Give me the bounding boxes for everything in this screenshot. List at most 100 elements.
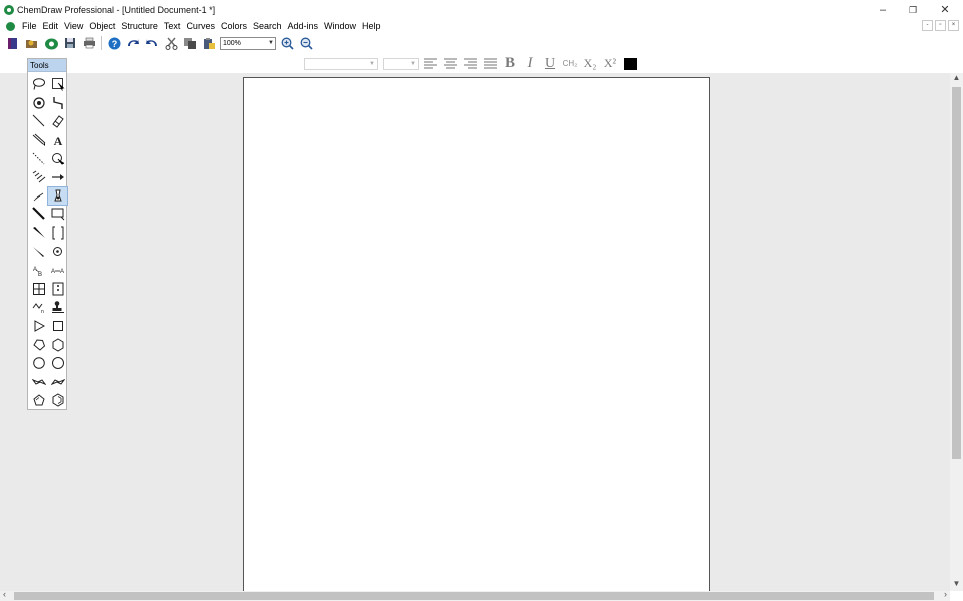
restore-button[interactable]: ❐	[898, 2, 928, 18]
arrow-tool[interactable]	[48, 168, 67, 187]
orbital-tool[interactable]	[48, 242, 67, 261]
new-document-button[interactable]	[5, 35, 21, 51]
close-button[interactable]: ✕	[930, 2, 960, 18]
chair-cyclohexane-tool-1[interactable]	[29, 373, 48, 392]
menu-search[interactable]: Search	[250, 19, 285, 33]
doc-close-button[interactable]: ×	[948, 20, 959, 31]
superscript-button[interactable]: X²	[601, 56, 619, 72]
acyclic-chain-tool[interactable]: n	[29, 298, 48, 317]
help-question-icon: ?	[108, 37, 120, 49]
scroll-right-icon[interactable]: ›	[944, 589, 947, 599]
table-tool[interactable]	[29, 280, 48, 299]
text-a-icon: A	[53, 134, 62, 147]
bold-button[interactable]: B	[501, 55, 519, 72]
cyclobutane-tool[interactable]	[48, 317, 67, 336]
menu-help[interactable]: Help	[359, 19, 384, 33]
marquee-tool[interactable]	[48, 75, 67, 94]
chemdraw-app-icon[interactable]	[4, 4, 14, 15]
tools-palette-title[interactable]: Tools	[28, 59, 66, 72]
cycloheptane-tool[interactable]	[29, 354, 48, 373]
menu-view[interactable]: View	[61, 19, 86, 33]
horizontal-scroll-thumb[interactable]	[14, 592, 934, 600]
document-icon[interactable]	[6, 21, 15, 31]
menu-curves[interactable]: Curves	[183, 19, 218, 33]
text-format-toolbar: ▼ ▼ B I U CH₂ X₂ X²	[304, 55, 637, 72]
tlc-plate-tool[interactable]	[48, 280, 67, 299]
font-size-select[interactable]: ▼	[383, 57, 419, 70]
zoom-in-button[interactable]	[279, 35, 295, 51]
cyclopentadiene-tool[interactable]	[29, 391, 48, 410]
template-tool[interactable]	[47, 185, 68, 207]
copy-button[interactable]	[182, 35, 198, 51]
bond-tool[interactable]	[29, 131, 48, 150]
formula-button[interactable]: CH₂	[561, 56, 579, 72]
italic-button[interactable]: I	[521, 55, 539, 72]
multi-center-attachment-tool[interactable]: AA	[48, 261, 67, 280]
wedge-bond-tool[interactable]	[29, 224, 48, 243]
cyclooctane-tool[interactable]	[48, 354, 67, 373]
stamp-tool[interactable]	[48, 298, 67, 317]
chain-tool[interactable]	[48, 94, 67, 113]
scroll-left-icon[interactable]: ‹	[3, 589, 6, 599]
cut-button[interactable]	[163, 35, 179, 51]
save-button[interactable]	[62, 35, 78, 51]
help-button[interactable]: ?	[106, 35, 122, 51]
wavy-bond-tool[interactable]	[29, 242, 48, 261]
menu-edit[interactable]: Edit	[40, 19, 62, 33]
rectangle-icon	[51, 208, 64, 221]
underline-button[interactable]: U	[541, 56, 559, 72]
hashed-wedge-tool[interactable]	[29, 187, 48, 206]
redo-button[interactable]	[144, 35, 160, 51]
eraser-tool[interactable]	[48, 112, 67, 131]
lasso-tool[interactable]	[29, 75, 48, 94]
align-right-button[interactable]	[461, 56, 479, 72]
scroll-up-icon[interactable]: ▲	[950, 73, 963, 85]
minimize-button[interactable]: –	[868, 2, 898, 18]
drawing-elements-tool[interactable]	[48, 205, 67, 224]
menu-add-ins[interactable]: Add-ins	[285, 19, 322, 33]
align-center-button[interactable]	[441, 56, 459, 72]
doc-restore-button[interactable]: ▫	[935, 20, 946, 31]
font-family-select[interactable]: ▼	[304, 57, 378, 70]
hashed-bond-tool[interactable]	[29, 168, 48, 187]
document-page[interactable]	[243, 77, 710, 592]
mechanism-arrow-tool[interactable]: AB	[29, 261, 48, 280]
open-template-button[interactable]	[43, 35, 59, 51]
zoom-out-button[interactable]	[298, 35, 314, 51]
cyclopentane-tool[interactable]	[29, 335, 48, 354]
scroll-down-icon[interactable]: ▼	[950, 579, 963, 591]
pen-tool[interactable]	[48, 149, 67, 168]
menu-window[interactable]: Window	[321, 19, 359, 33]
subscript-button[interactable]: X₂	[581, 56, 599, 72]
chair-cyclohexane-tool-2[interactable]	[48, 373, 67, 392]
paste-button[interactable]	[201, 35, 217, 51]
zoom-select[interactable]: 100% ▼	[220, 36, 276, 50]
text-tool[interactable]: A	[48, 131, 67, 150]
justify-button[interactable]	[481, 56, 499, 72]
single-bond-icon	[32, 115, 44, 127]
menu-file[interactable]: File	[19, 19, 40, 33]
menu-object[interactable]: Object	[86, 19, 118, 33]
vertical-scroll-thumb[interactable]	[952, 87, 961, 459]
menu-text[interactable]: Text	[161, 19, 184, 33]
solid-bond-tool[interactable]	[29, 112, 48, 131]
benzene-tool[interactable]	[48, 391, 67, 410]
cyclohexane-tool[interactable]	[48, 335, 67, 354]
bracket-tool[interactable]	[48, 224, 67, 243]
title-bar: ChemDraw Professional - [Untitled Docume…	[0, 0, 963, 19]
cyclopropane-tool[interactable]	[29, 317, 48, 336]
horizontal-scrollbar[interactable]: ‹ ›	[0, 589, 950, 601]
vertical-scrollbar[interactable]: ▲ ▼	[950, 73, 963, 591]
triangle-ring-icon	[34, 320, 45, 332]
align-left-button[interactable]	[421, 56, 439, 72]
structure-perspective-tool[interactable]	[29, 94, 48, 113]
print-button[interactable]	[81, 35, 97, 51]
bold-bond-tool[interactable]	[29, 205, 48, 224]
text-color-button[interactable]	[624, 57, 637, 70]
undo-button[interactable]	[125, 35, 141, 51]
menu-structure[interactable]: Structure	[118, 19, 161, 33]
doc-minimize-button[interactable]: -	[922, 20, 933, 31]
dashed-bond-tool[interactable]	[29, 149, 48, 168]
menu-colors[interactable]: Colors	[218, 19, 250, 33]
open-document-button[interactable]	[24, 35, 40, 51]
